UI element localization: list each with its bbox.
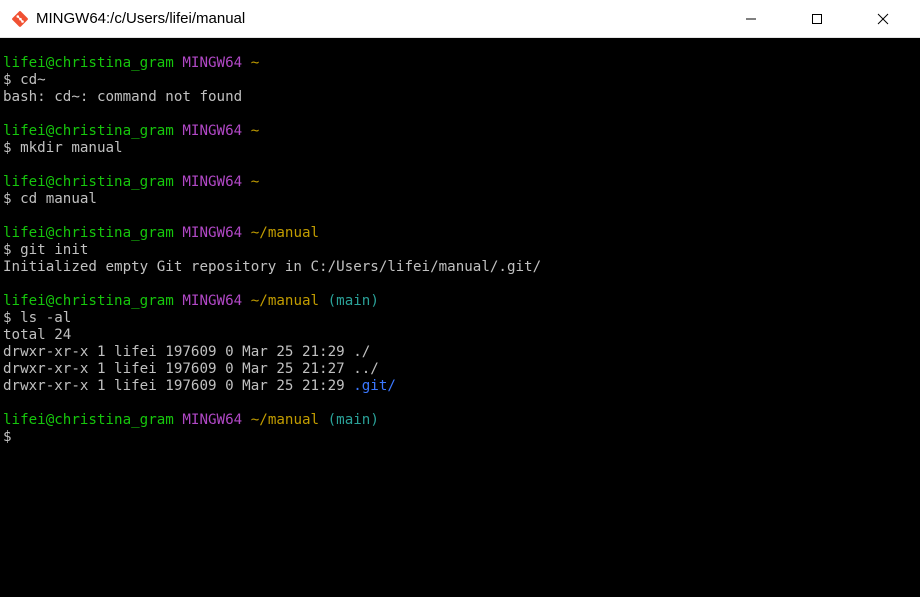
terminal-window: MINGW64:/c/Users/lifei/manual lifei@chri…	[0, 0, 920, 597]
close-icon	[877, 13, 889, 25]
ls-row-name: .git/	[353, 378, 396, 394]
prompt-user: lifei@christina_gram	[3, 412, 174, 428]
ls-row-name: ./	[353, 344, 371, 360]
prompt-shell: MINGW64	[182, 293, 243, 309]
output-line: bash: cd~: command not found	[3, 89, 243, 105]
prompt-shell: MINGW64	[182, 412, 243, 428]
output-line: Initialized empty Git repository in C:/U…	[3, 259, 542, 275]
prompt-shell: MINGW64	[182, 225, 243, 241]
terminal-output[interactable]: lifei@christina_gram MINGW64 ~ $ cd~ bas…	[0, 38, 920, 597]
prompt-line: lifei@christina_gram MINGW64 ~	[3, 174, 920, 191]
prompt-user: lifei@christina_gram	[3, 293, 174, 309]
output-line: total 24	[3, 327, 72, 343]
prompt-user: lifei@christina_gram	[3, 225, 174, 241]
ls-row-meta: drwxr-xr-x 1 lifei 197609 0 Mar 25 21:29	[3, 378, 345, 394]
minimize-button[interactable]	[728, 0, 774, 38]
window-title: MINGW64:/c/Users/lifei/manual	[36, 10, 246, 27]
prompt-line: lifei@christina_gram MINGW64 ~/manual (m…	[3, 412, 920, 429]
prompt-path: ~	[250, 55, 260, 71]
ls-row: drwxr-xr-x 1 lifei 197609 0 Mar 25 21:29…	[3, 344, 920, 361]
command-line: $ mkdir manual	[3, 140, 123, 156]
prompt-shell: MINGW64	[182, 174, 243, 190]
window-controls	[728, 0, 920, 38]
prompt-path: ~	[250, 123, 260, 139]
ls-row: drwxr-xr-x 1 lifei 197609 0 Mar 25 21:29…	[3, 378, 920, 395]
command-line: $ git init	[3, 242, 89, 258]
prompt-line: lifei@christina_gram MINGW64 ~	[3, 123, 920, 140]
maximize-button[interactable]	[794, 0, 840, 38]
command-line: $ cd manual	[3, 191, 97, 207]
prompt-branch: (main)	[327, 293, 379, 309]
prompt-path: ~/manual	[250, 225, 320, 241]
close-button[interactable]	[860, 0, 906, 38]
ls-row: drwxr-xr-x 1 lifei 197609 0 Mar 25 21:27…	[3, 361, 920, 378]
command-input-line[interactable]: $	[3, 429, 920, 446]
prompt-branch: (main)	[327, 412, 379, 428]
command-line: $ ls -al	[3, 310, 72, 326]
prompt-user: lifei@christina_gram	[3, 174, 174, 190]
ls-row-name: ../	[353, 361, 379, 377]
title-bar[interactable]: MINGW64:/c/Users/lifei/manual	[0, 0, 920, 38]
prompt-path: ~/manual	[250, 293, 320, 309]
git-diamond-icon	[9, 8, 31, 30]
prompt-line: lifei@christina_gram MINGW64 ~/manual (m…	[3, 293, 920, 310]
command-prompt-symbol: $	[3, 429, 12, 445]
prompt-user: lifei@christina_gram	[3, 55, 174, 71]
prompt-user: lifei@christina_gram	[3, 123, 174, 139]
prompt-line: lifei@christina_gram MINGW64 ~/manual	[3, 225, 920, 242]
prompt-shell: MINGW64	[182, 55, 243, 71]
prompt-line: lifei@christina_gram MINGW64 ~	[3, 55, 920, 72]
command-line: $ cd~	[3, 72, 46, 88]
prompt-shell: MINGW64	[182, 123, 243, 139]
minimize-icon	[746, 18, 756, 20]
ls-row-meta: drwxr-xr-x 1 lifei 197609 0 Mar 25 21:27	[3, 361, 345, 377]
ls-row-meta: drwxr-xr-x 1 lifei 197609 0 Mar 25 21:29	[3, 344, 345, 360]
prompt-path: ~	[250, 174, 260, 190]
maximize-icon	[812, 14, 822, 24]
prompt-path: ~/manual	[250, 412, 320, 428]
